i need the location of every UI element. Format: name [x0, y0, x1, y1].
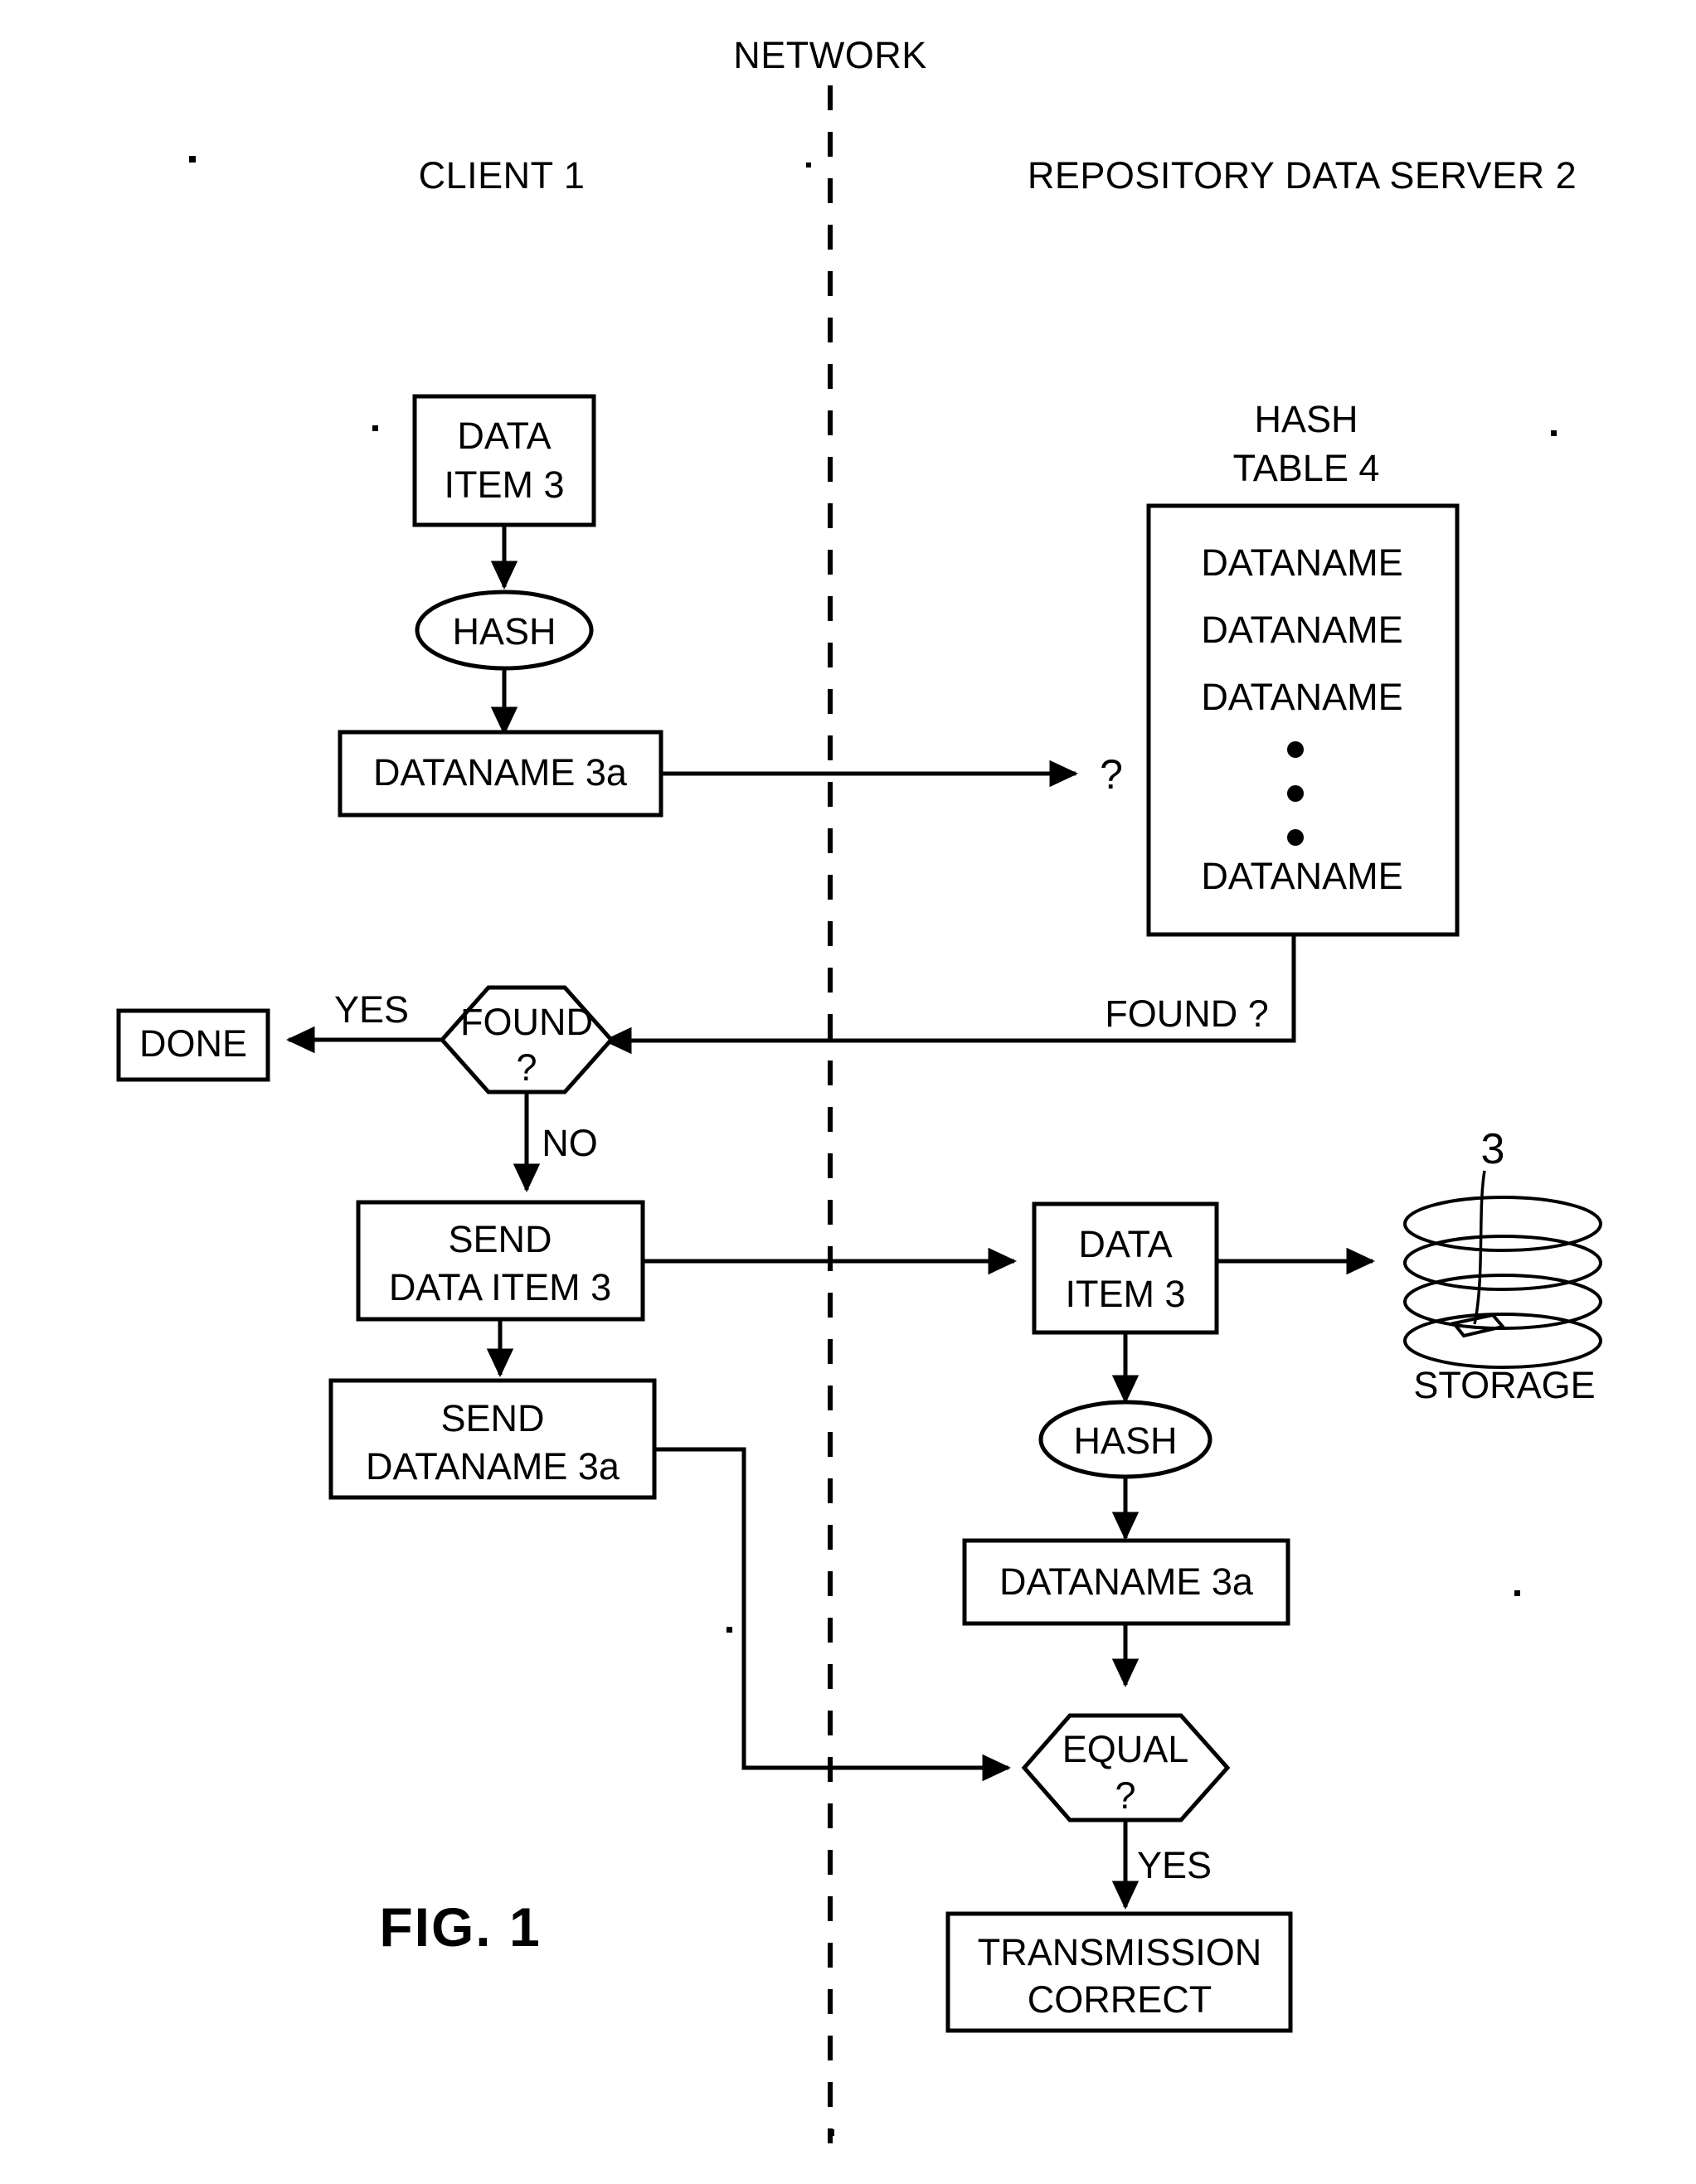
hash-table-ellipsis-dot: [1287, 785, 1304, 802]
client-dataname-node: DATANAME 3a: [338, 730, 663, 818]
figure-label: FIG. 1: [379, 1896, 541, 1958]
storage-callout-leader: [1473, 1170, 1486, 1325]
found-no-label: NO: [542, 1122, 598, 1164]
transmission-correct-label-line1: TRANSMISSION: [978, 1931, 1262, 1973]
server-hash-label: HASH: [1073, 1420, 1177, 1462]
transmission-correct-node: TRANSMISSION CORRECT: [945, 1911, 1293, 2033]
done-node: DONE: [116, 1008, 270, 1082]
network-divider: NETWORK: [733, 34, 927, 2143]
send-data-item-node: SEND DATA ITEM 3: [356, 1200, 645, 1322]
hash-table-entry: DATANAME: [1201, 676, 1402, 718]
server-data-item-label-line2: ITEM 3: [1065, 1273, 1185, 1315]
hash-table-entry: DATANAME: [1201, 855, 1402, 897]
client-dataname-label: DATANAME 3a: [373, 751, 628, 794]
hash-table-entry: DATANAME: [1201, 541, 1402, 584]
scan-speck: [727, 1627, 732, 1633]
storage-node: 3 STORAGE: [1403, 1125, 1602, 1406]
equal-decision-label-line2: ?: [1115, 1774, 1135, 1817]
server-data-item-node: DATA ITEM 3: [1032, 1201, 1219, 1335]
client-data-item-node: DATA ITEM 3: [412, 394, 596, 527]
send-dataname-label-line2: DATANAME 3a: [366, 1445, 620, 1488]
send-data-item-label-line1: SEND: [448, 1218, 552, 1260]
transmission-correct-label-line2: CORRECT: [1028, 1978, 1212, 2021]
client-hash-node: HASH: [415, 590, 594, 671]
server-dataname-label: DATANAME 3a: [999, 1560, 1254, 1603]
storage-callout-number: 3: [1481, 1125, 1505, 1173]
scan-speck: [828, 2129, 834, 2136]
found-query-label: FOUND ?: [1105, 993, 1269, 1035]
hash-table-ellipsis-dot: [1287, 829, 1304, 846]
send-dataname-label-line1: SEND: [440, 1397, 544, 1439]
server-hash-node: HASH: [1038, 1400, 1212, 1479]
client-data-item-label-line1: DATA: [457, 415, 551, 457]
flowchart-diagram: NETWORK CLIENT 1 REPOSITORY DATA SERVER …: [116, 34, 1602, 2143]
hash-table-title-line2: TABLE 4: [1233, 447, 1380, 489]
send-dataname-node: SEND DATANAME 3a: [328, 1378, 657, 1500]
hash-table-node: HASH TABLE 4 DATANAME DATANAME DATANAME …: [1146, 398, 1460, 937]
storage-disk-platter: [1403, 1313, 1602, 1369]
storage-label: STORAGE: [1413, 1364, 1595, 1406]
scan-speck: [806, 163, 811, 167]
scan-speck: [1551, 430, 1557, 436]
scan-speck: [1514, 1590, 1520, 1596]
server-query-marker: ?: [1100, 751, 1123, 798]
equal-decision-node: EQUAL ?: [1021, 1713, 1231, 1822]
equal-decision-label-line1: EQUAL: [1062, 1728, 1189, 1770]
done-label: DONE: [139, 1022, 247, 1065]
hash-table-title-line1: HASH: [1254, 398, 1358, 440]
client-data-item-label-line2: ITEM 3: [444, 463, 564, 506]
hash-table-entry: DATANAME: [1201, 609, 1402, 651]
found-decision-label-line1: FOUND: [460, 1001, 593, 1043]
client-hash-label: HASH: [452, 610, 556, 653]
column-heading-client: CLIENT 1: [419, 154, 586, 197]
scan-speck: [372, 425, 378, 431]
server-data-item-label-line1: DATA: [1078, 1223, 1172, 1265]
figure-canvas: NETWORK CLIENT 1 REPOSITORY DATA SERVER …: [0, 0, 1696, 2184]
server-dataname-node: DATANAME 3a: [962, 1538, 1290, 1626]
hash-table-ellipsis-dot: [1287, 741, 1304, 758]
found-decision-node: FOUND ?: [439, 985, 615, 1094]
column-heading-server: REPOSITORY DATA SERVER 2: [1028, 154, 1577, 197]
found-decision-label-line2: ?: [516, 1046, 537, 1089]
send-data-item-label-line2: DATA ITEM 3: [389, 1266, 611, 1308]
found-yes-label: YES: [334, 988, 409, 1031]
network-label: NETWORK: [733, 34, 927, 76]
equal-yes-label: YES: [1137, 1844, 1212, 1886]
scan-speck: [189, 156, 196, 163]
